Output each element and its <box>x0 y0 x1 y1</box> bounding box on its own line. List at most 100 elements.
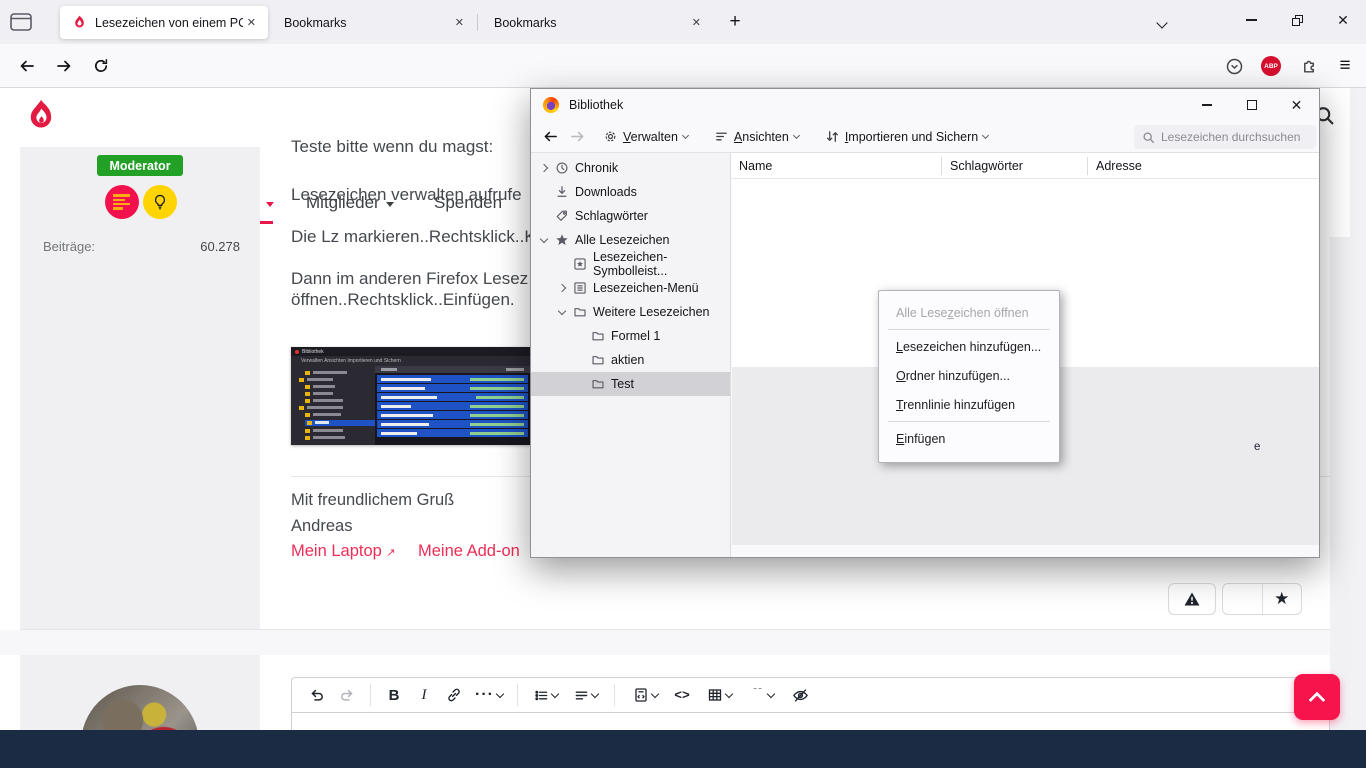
window-close-button[interactable]: ✕ <box>1320 0 1366 40</box>
signature-link-laptop[interactable]: Mein Laptop ↗ <box>291 542 396 561</box>
undo-button[interactable] <box>302 682 332 708</box>
sidebar-item-lesezeichen-menue[interactable]: Lesezeichen-Menü <box>531 276 730 300</box>
gear-icon <box>603 129 618 144</box>
import-export-icon <box>825 129 840 144</box>
post-line-3: Die Lz markieren..Rechtsklick..K <box>291 227 536 247</box>
tab-close-icon[interactable]: ✕ <box>451 16 468 29</box>
library-title-bar[interactable]: Bibliothek ✕ <box>531 89 1319 121</box>
new-tab-button[interactable]: + <box>722 9 748 35</box>
bookmarks-menu-icon <box>573 281 587 295</box>
chevron-down-icon <box>682 131 689 138</box>
sidebar-item-schlagwoerter[interactable]: Schlagwörter <box>531 204 730 228</box>
align-button[interactable] <box>566 682 606 708</box>
tab-bookmarks-2[interactable]: Bookmarks ✕ <box>478 6 713 39</box>
chevron-right-icon <box>558 284 566 292</box>
window-minimize-button[interactable] <box>1228 0 1274 40</box>
column-address[interactable]: Adresse <box>1088 159 1142 173</box>
library-maximize-button[interactable] <box>1229 90 1274 121</box>
abp-label: ABP <box>1264 63 1278 70</box>
scroll-to-top-button[interactable] <box>1294 674 1340 720</box>
hide-preview-button[interactable] <box>785 682 815 708</box>
camp-firefox-logo[interactable] <box>24 98 58 135</box>
back-icon[interactable] <box>12 51 42 81</box>
folder-icon <box>591 377 605 391</box>
pocket-icon[interactable] <box>1219 51 1249 81</box>
forward-icon[interactable] <box>49 51 79 81</box>
star-button[interactable]: ★ <box>1263 584 1302 614</box>
table-button[interactable] <box>697 682 741 708</box>
code-button[interactable]: <> <box>667 682 697 708</box>
sidebar-item-test[interactable]: Test <box>531 372 730 396</box>
library-sidebar: Chronik Downloads Schlagwörter Alle Lese… <box>531 153 731 557</box>
more-formatting-button[interactable]: ··· <box>469 682 509 708</box>
menu-item-add-separator[interactable]: Trennlinie hinzufügen <box>879 390 1059 419</box>
library-back-icon[interactable] <box>531 129 566 144</box>
column-name[interactable]: Name <box>731 159 941 173</box>
library-minimize-button[interactable] <box>1184 90 1229 121</box>
library-close-button[interactable]: ✕ <box>1274 90 1319 121</box>
menu-separator <box>888 421 1050 422</box>
menu-hamburger-icon[interactable]: ≡ <box>1330 51 1360 81</box>
star-icon <box>555 233 569 247</box>
signature-link-addons[interactable]: Meine Add-on <box>418 542 520 561</box>
sidebar-item-formel-1[interactable]: Formel 1 <box>531 324 730 348</box>
menu-item-add-bookmark[interactable]: Lesezeichen hinzufügen... <box>879 332 1059 361</box>
browser-navbar: https://www.camp-firefox.de/forum/thema/… <box>0 44 1366 88</box>
report-button[interactable] <box>1168 583 1216 615</box>
page-scrollbar[interactable] <box>1350 88 1366 730</box>
warning-icon <box>1183 591 1201 607</box>
extensions-puzzle-icon[interactable] <box>1293 51 1323 81</box>
context-menu: Alle Lesezeichen öffnen Lesezeichen hinz… <box>878 290 1060 463</box>
tab-bookmarks-1[interactable]: Bookmarks ✕ <box>268 6 476 39</box>
column-tags[interactable]: Schlagwörter <box>942 159 1087 173</box>
sidebar-item-weitere-lesezeichen[interactable]: Weitere Lesezeichen <box>531 300 730 324</box>
library-toolbar: Verwalten Ansichten Importieren und Sich… <box>531 121 1319 153</box>
chevron-right-icon <box>540 164 548 172</box>
library-forward-icon[interactable] <box>566 129 595 144</box>
library-window-controls: ✕ <box>1184 90 1319 121</box>
window-restore-button[interactable] <box>1274 0 1320 40</box>
editor-toolbar: B I ··· <> “ <box>291 677 1330 713</box>
tab-close-icon[interactable]: ✕ <box>243 16 260 29</box>
sidebar-item-downloads[interactable]: Downloads <box>531 180 730 204</box>
post-line-4: Dann im anderen Firefox Lesez <box>291 269 528 289</box>
italic-button[interactable]: I <box>409 682 439 708</box>
browser-tab-bar: Lesezeichen von einem PC auf ✕ Bookmarks… <box>0 0 1366 44</box>
sidebar-item-alle-lesezeichen[interactable]: Alle Lesezeichen <box>531 228 730 252</box>
camp-firefox-favicon <box>72 15 87 30</box>
thumb-title: Bibliothek <box>302 349 324 355</box>
lightbulb-badge-icon <box>143 185 177 219</box>
sidebar-item-aktien[interactable]: aktien <box>531 348 730 372</box>
verwalten-menu-button[interactable]: Verwalten <box>595 124 696 150</box>
tab-close-icon[interactable]: ✕ <box>688 16 705 29</box>
signature-line-1: Mit freundlichem Gruß <box>291 491 454 510</box>
search-icon <box>1142 131 1155 144</box>
reload-icon[interactable] <box>86 51 116 81</box>
importieren-menu-button[interactable]: Importieren und Sichern <box>817 124 996 150</box>
reply-author-panel <box>20 655 260 730</box>
list-button[interactable] <box>526 682 566 708</box>
menu-item-add-folder[interactable]: Ordner hinzufügen... <box>879 361 1059 390</box>
library-search-input[interactable] <box>1161 130 1301 144</box>
link-button[interactable] <box>439 682 469 708</box>
stray-text: e <box>1254 441 1260 453</box>
menu-item-paste[interactable]: Einfügen <box>879 424 1059 453</box>
abp-icon[interactable]: ABP <box>1256 51 1286 81</box>
sidebar-item-symbolleiste[interactable]: Lesezeichen-Symbolleist... <box>531 252 730 276</box>
post-attachment-image[interactable]: Bibliothek Verwalten Ansichten Importier… <box>291 347 530 445</box>
tab-lesezeichen[interactable]: Lesezeichen von einem PC auf ✕ <box>60 6 268 39</box>
insert-template-button[interactable] <box>623 682 667 708</box>
firefox-view-icon[interactable] <box>10 13 32 31</box>
library-search-box[interactable] <box>1134 125 1316 149</box>
bold-button[interactable]: B <box>379 682 409 708</box>
library-title: Bibliothek <box>569 98 623 112</box>
list-all-tabs-icon[interactable] <box>1158 14 1166 32</box>
quote-button[interactable]: “ <box>1223 584 1263 614</box>
sidebar-item-chronik[interactable]: Chronik <box>531 156 730 180</box>
menu-item-open-all[interactable]: Alle Lesezeichen öffnen <box>879 298 1059 327</box>
redo-button[interactable] <box>332 682 362 708</box>
ansichten-menu-button[interactable]: Ansichten <box>706 124 807 150</box>
blockquote-button[interactable]: “ <box>741 682 785 708</box>
editor-text-area[interactable] <box>291 713 1330 730</box>
taskbar: 19:00 17.02.2024 3 <box>0 730 1366 768</box>
